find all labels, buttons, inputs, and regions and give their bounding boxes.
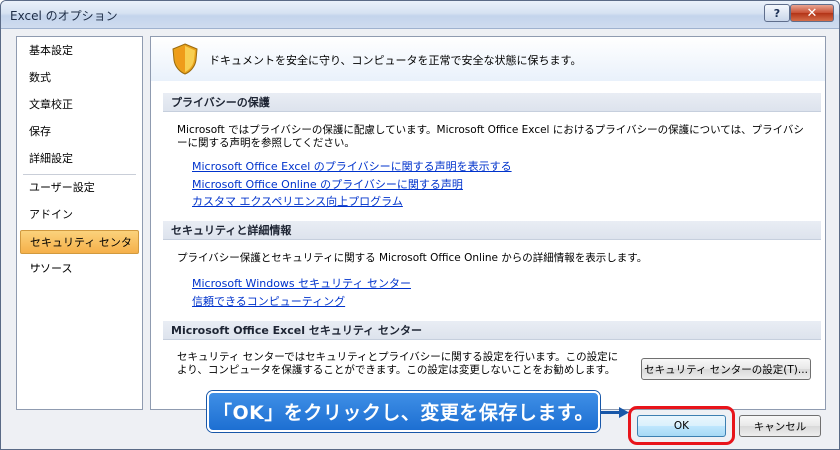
options-content-panel: ドキュメントを安全に守り、コンピュータを正常で安全な状態に保ちます。 プライバシ… [150, 36, 826, 410]
link-windows-security-center[interactable]: Microsoft Windows セキュリティ センター [192, 275, 411, 291]
sidebar-item-basic[interactable]: 基本設定 [20, 39, 139, 63]
section-trust-center-title: Microsoft Office Excel セキュリティ センター [163, 321, 821, 340]
content-header: ドキュメントを安全に守り、コンピュータを正常で安全な状態に保ちます。 [151, 37, 825, 81]
ok-highlight-frame [628, 406, 735, 445]
header-description: ドキュメントを安全に守り、コンピュータを正常で安全な状態に保ちます。 [209, 54, 582, 67]
help-icon: ? [773, 6, 781, 20]
close-button[interactable]: ✕ [790, 4, 834, 22]
sidebar-item-advanced[interactable]: 詳細設定 [20, 147, 139, 171]
help-button[interactable]: ? [764, 4, 790, 22]
sidebar-item-addins[interactable]: アドイン [20, 203, 139, 227]
link-customer-experience-program[interactable]: カスタマ エクスペリエンス向上プログラム [192, 193, 403, 209]
sidebar-item-formulas[interactable]: 数式 [20, 66, 139, 90]
sidebar-divider [23, 174, 136, 175]
section-security-info-description: プライバシー保護とセキュリティに関する Microsoft Office Onl… [177, 252, 648, 264]
link-trustworthy-computing[interactable]: 信頼できるコンピューティング [192, 293, 345, 309]
title-bar[interactable]: Excel のオプション ? ✕ [1, 1, 839, 29]
link-office-online-privacy[interactable]: Microsoft Office Online のプライバシーに関する声明 [192, 176, 463, 192]
sidebar-item-trust-center[interactable]: セキュリティ センター [20, 230, 139, 273]
sidebar-item-customize[interactable]: ユーザー設定 [20, 176, 139, 200]
section-trust-center-description: セキュリティ センターではセキュリティとプライバシーに関する設定を行います。この… [177, 351, 619, 376]
sidebar-item-resources[interactable]: リソース [20, 257, 139, 281]
shield-icon [172, 43, 198, 75]
close-icon: ✕ [806, 5, 818, 21]
excel-options-dialog: Excel のオプション ? ✕ 基本設定 数式 文章校正 保存 詳細設定 ユー… [0, 0, 840, 450]
window-title: Excel のオプション [10, 9, 118, 23]
section-privacy-title: プライバシーの保護 [163, 93, 821, 112]
instruction-callout: 「OK」をクリックし、変更を保存します。 [207, 391, 600, 432]
sidebar-item-proofing[interactable]: 文章校正 [20, 93, 139, 117]
trust-center-settings-button[interactable]: セキュリティ センターの設定(T)... [641, 358, 811, 380]
cancel-button[interactable]: キャンセル [739, 415, 821, 437]
section-security-info-title: セキュリティと詳細情報 [163, 221, 821, 240]
callout-arrow-icon [599, 407, 629, 418]
options-sidebar: 基本設定 数式 文章校正 保存 詳細設定 ユーザー設定 アドイン セキュリティ … [16, 36, 143, 410]
section-privacy-description: Microsoft ではプライバシーの保護に配慮しています。Microsoft … [177, 124, 804, 149]
link-excel-privacy-statement[interactable]: Microsoft Office Excel のプライバシーに関する声明を表示す… [192, 158, 512, 174]
sidebar-item-save[interactable]: 保存 [20, 120, 139, 144]
